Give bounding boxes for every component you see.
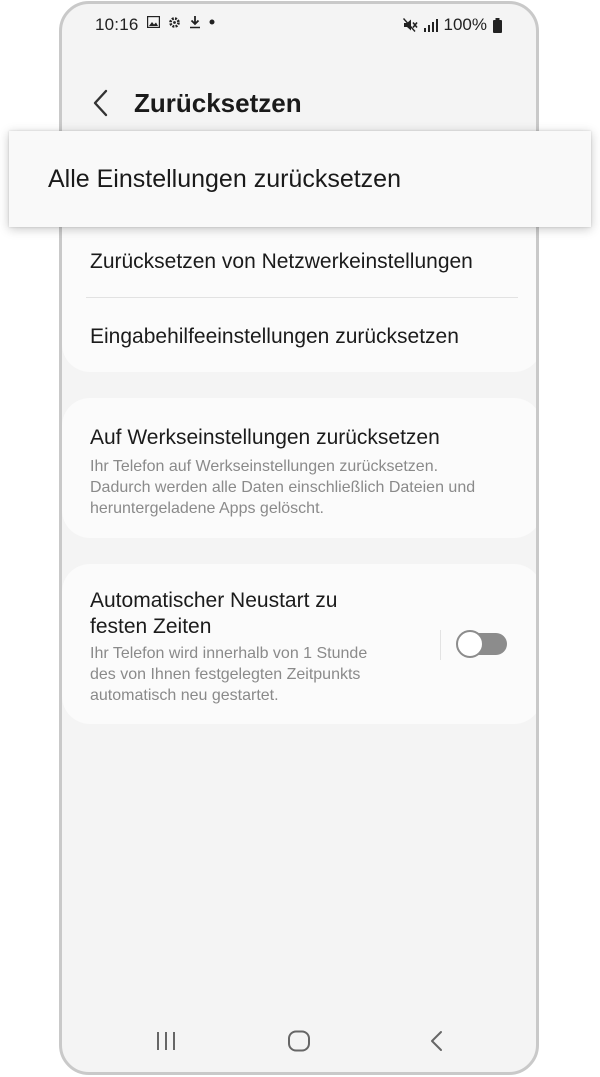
dot-icon <box>209 19 215 25</box>
subtitle-line: Dadurch werden alle Daten einschließlich… <box>90 479 476 496</box>
back-button[interactable] <box>88 86 118 120</box>
auto-restart-card[interactable]: Automatischer Neustart zu festen Zeiten … <box>62 564 536 724</box>
toggle-separator <box>440 630 441 660</box>
toggle-switch-icon <box>456 630 507 658</box>
recent-apps-icon <box>157 1032 175 1050</box>
header: Zurücksetzen <box>62 74 536 134</box>
nav-back-button[interactable] <box>417 1026 457 1056</box>
status-bar: 10:16 100% <box>62 4 536 46</box>
recent-apps-button[interactable] <box>146 1026 186 1056</box>
mute-icon <box>402 18 418 32</box>
chevron-left-icon <box>93 89 108 117</box>
subtitle-line: Ihr Telefon wird innerhalb von 1 Stunde <box>90 645 368 662</box>
reset-all-settings-item[interactable]: Alle Einstellungen zurücksetzen <box>9 131 591 227</box>
reset-network-settings-item[interactable]: Zurücksetzen von Netzwerkeinstellungen <box>90 250 473 274</box>
title-line: Automatischer Neustart zu <box>90 589 338 612</box>
status-time: 10:16 <box>95 15 139 34</box>
status-icons-left <box>147 15 215 29</box>
reset-accessibility-settings-item[interactable]: Eingabehilfeeinstellungen zurücksetzen <box>90 325 459 349</box>
auto-restart-title: Automatischer Neustart zu festen Zeiten <box>90 588 337 640</box>
download-icon <box>190 16 200 29</box>
subtitle-line: heruntergeladene Apps gelöscht. <box>90 500 324 517</box>
subtitle-line: Ihr Telefon auf Werkseinstellungen zurüc… <box>90 458 439 475</box>
signal-icon <box>423 18 438 32</box>
home-icon <box>288 1030 310 1052</box>
factory-reset-card[interactable]: Auf Werkseinstellungen zurücksetzen Ihr … <box>62 398 536 538</box>
battery-percent: 100% <box>443 15 487 34</box>
navigation-bar <box>62 1012 536 1072</box>
title-line: festen Zeiten <box>90 615 212 638</box>
subtitle-line: des von Ihnen festgelegten Zeitpunkts <box>90 666 361 683</box>
home-button[interactable] <box>279 1026 319 1056</box>
gear-icon <box>169 16 180 28</box>
page-title: Zurücksetzen <box>134 88 302 118</box>
auto-restart-subtitle: Ihr Telefon wird innerhalb von 1 Stunde … <box>90 643 367 706</box>
status-icons-right: 100% <box>402 15 502 35</box>
factory-reset-subtitle: Ihr Telefon auf Werkseinstellungen zurüc… <box>90 456 475 519</box>
factory-reset-title: Auf Werkseinstellungen zurücksetzen <box>90 426 440 449</box>
divider <box>86 297 518 298</box>
reset-all-settings-label: Alle Einstellungen zurücksetzen <box>48 165 401 193</box>
gallery-icon <box>147 16 160 28</box>
battery-icon <box>493 17 502 33</box>
back-icon <box>431 1031 442 1051</box>
subtitle-line: automatisch neu gestartet. <box>90 687 279 704</box>
auto-restart-toggle[interactable] <box>456 630 508 658</box>
